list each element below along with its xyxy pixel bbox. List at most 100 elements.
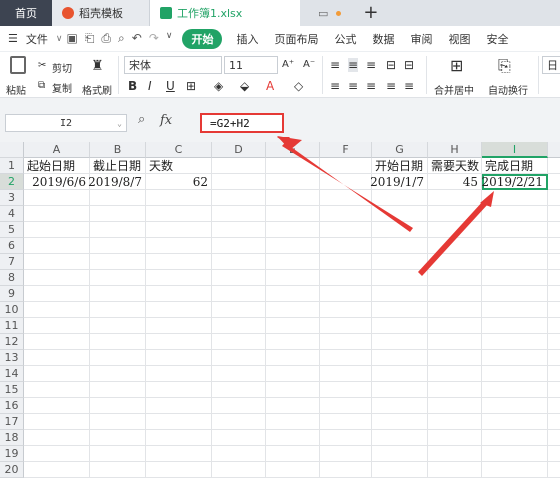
grid-cell[interactable] xyxy=(266,302,320,318)
grid-cell[interactable] xyxy=(482,462,548,478)
grid-cell[interactable] xyxy=(146,270,212,286)
grid-cell[interactable] xyxy=(320,222,372,238)
row-header[interactable]: 10 xyxy=(0,302,24,318)
distributed-icon[interactable]: ≡ xyxy=(404,79,414,93)
grid-cell[interactable] xyxy=(24,238,90,254)
grid-cell[interactable] xyxy=(266,350,320,366)
grid-cell[interactable] xyxy=(146,206,212,222)
grid-cell[interactable] xyxy=(548,366,560,382)
align-center-icon[interactable]: ≡ xyxy=(348,79,358,93)
indent-icon[interactable]: ⊟ xyxy=(404,58,414,72)
grid-cell[interactable] xyxy=(548,398,560,414)
menu-review[interactable]: 审阅 xyxy=(402,31,440,47)
grid-cell[interactable] xyxy=(548,238,560,254)
paste-button[interactable]: 粘贴 xyxy=(6,82,26,97)
copy-button[interactable]: 复制 xyxy=(52,80,72,95)
merge-center-icon[interactable]: ⊞ xyxy=(450,56,463,75)
number-format-select[interactable]: 日 xyxy=(542,56,560,74)
merge-center-button[interactable]: 合并居中 xyxy=(434,82,474,97)
grid-cell[interactable] xyxy=(146,414,212,430)
grid-cell[interactable] xyxy=(372,350,428,366)
grid-cell[interactable] xyxy=(24,190,90,206)
grid-cell[interactable] xyxy=(90,430,146,446)
grid-cell[interactable] xyxy=(24,206,90,222)
menu-security[interactable]: 安全 xyxy=(478,31,516,47)
new-tab-icon[interactable]: + xyxy=(363,4,378,22)
row-header[interactable]: 14 xyxy=(0,366,24,382)
grid-cell[interactable] xyxy=(212,238,266,254)
format-painter-button[interactable]: 格式刷 xyxy=(82,82,112,97)
row-header[interactable]: 8 xyxy=(0,270,24,286)
grid-cell[interactable] xyxy=(90,270,146,286)
print-icon[interactable]: ⎙ xyxy=(101,31,111,46)
grid-cell[interactable] xyxy=(90,414,146,430)
grid-cell[interactable] xyxy=(146,382,212,398)
grid-cell[interactable] xyxy=(482,382,548,398)
column-header-h[interactable]: H xyxy=(428,142,482,158)
grid-cell[interactable] xyxy=(372,334,428,350)
grid-cell[interactable] xyxy=(428,382,482,398)
grid-cell[interactable] xyxy=(548,254,560,270)
grid-cell[interactable] xyxy=(90,286,146,302)
grid-cell[interactable] xyxy=(548,222,560,238)
fill-color-icon[interactable]: ◈ xyxy=(214,79,223,93)
grid-cell[interactable] xyxy=(24,446,90,462)
grid-cell[interactable] xyxy=(212,158,266,174)
grid-cell[interactable] xyxy=(266,254,320,270)
grid-cell[interactable] xyxy=(212,174,266,190)
grid-cell[interactable] xyxy=(428,318,482,334)
align-middle-icon[interactable]: ≡ xyxy=(348,58,359,72)
grid-cell[interactable] xyxy=(212,318,266,334)
cell-c1[interactable]: 天数 xyxy=(146,158,212,174)
grid-cell[interactable] xyxy=(320,318,372,334)
grid-cell[interactable] xyxy=(146,462,212,478)
column-header-b[interactable]: B xyxy=(90,142,146,158)
grid-cell[interactable] xyxy=(266,430,320,446)
more-icon[interactable]: ∨ xyxy=(166,31,173,46)
grid-cell[interactable] xyxy=(266,238,320,254)
column-header-a[interactable]: A xyxy=(24,142,90,158)
grid-cell[interactable] xyxy=(146,366,212,382)
grid-cell[interactable] xyxy=(146,302,212,318)
grid-cell[interactable] xyxy=(548,430,560,446)
grid-cell[interactable] xyxy=(146,446,212,462)
grid-cell[interactable] xyxy=(372,254,428,270)
paste-icon[interactable] xyxy=(10,56,26,74)
grid-cell[interactable] xyxy=(372,430,428,446)
grid-cell[interactable] xyxy=(372,206,428,222)
grid-cell[interactable] xyxy=(212,414,266,430)
grid-cell[interactable] xyxy=(428,254,482,270)
grid-cell[interactable] xyxy=(320,334,372,350)
name-box[interactable]: I2 ⌄ xyxy=(5,114,127,132)
clear-format-icon[interactable]: ◇ xyxy=(294,79,303,93)
grid-cell[interactable] xyxy=(372,414,428,430)
menu-insert[interactable]: 插入 xyxy=(228,31,266,47)
grid-cell[interactable] xyxy=(548,158,560,174)
grid-cell[interactable] xyxy=(146,334,212,350)
tab-home[interactable]: 首页 xyxy=(0,0,52,26)
grid-cell[interactable] xyxy=(482,334,548,350)
row-header[interactable]: 12 xyxy=(0,334,24,350)
cell-i2-selected[interactable]: 2019/2/21 xyxy=(481,174,548,190)
grid-cell[interactable] xyxy=(428,222,482,238)
grid-cell[interactable] xyxy=(320,158,372,174)
grid-cell[interactable] xyxy=(482,318,548,334)
cell-b2[interactable]: 2019/8/7 xyxy=(88,174,146,190)
grid-cell[interactable] xyxy=(24,318,90,334)
grid-cell[interactable] xyxy=(482,206,548,222)
grid-cell[interactable] xyxy=(482,238,548,254)
wrap-text-button[interactable]: 自动换行 xyxy=(488,82,528,97)
menu-start[interactable]: 开始 xyxy=(182,28,223,49)
row-header[interactable]: 18 xyxy=(0,430,24,446)
grid-cell[interactable] xyxy=(266,334,320,350)
column-header-j[interactable] xyxy=(548,142,560,158)
grid-cell[interactable] xyxy=(24,334,90,350)
decrease-font-icon[interactable]: A⁻ xyxy=(303,59,315,70)
grid-cell[interactable] xyxy=(428,334,482,350)
grid-cell[interactable] xyxy=(372,382,428,398)
hamburger-icon[interactable]: ☰ xyxy=(0,32,26,45)
underline-icon[interactable]: U xyxy=(166,79,175,93)
cell-b1[interactable]: 截止日期 xyxy=(90,158,146,174)
save-icon[interactable]: ▣ xyxy=(66,31,77,46)
grid-cell[interactable] xyxy=(548,334,560,350)
